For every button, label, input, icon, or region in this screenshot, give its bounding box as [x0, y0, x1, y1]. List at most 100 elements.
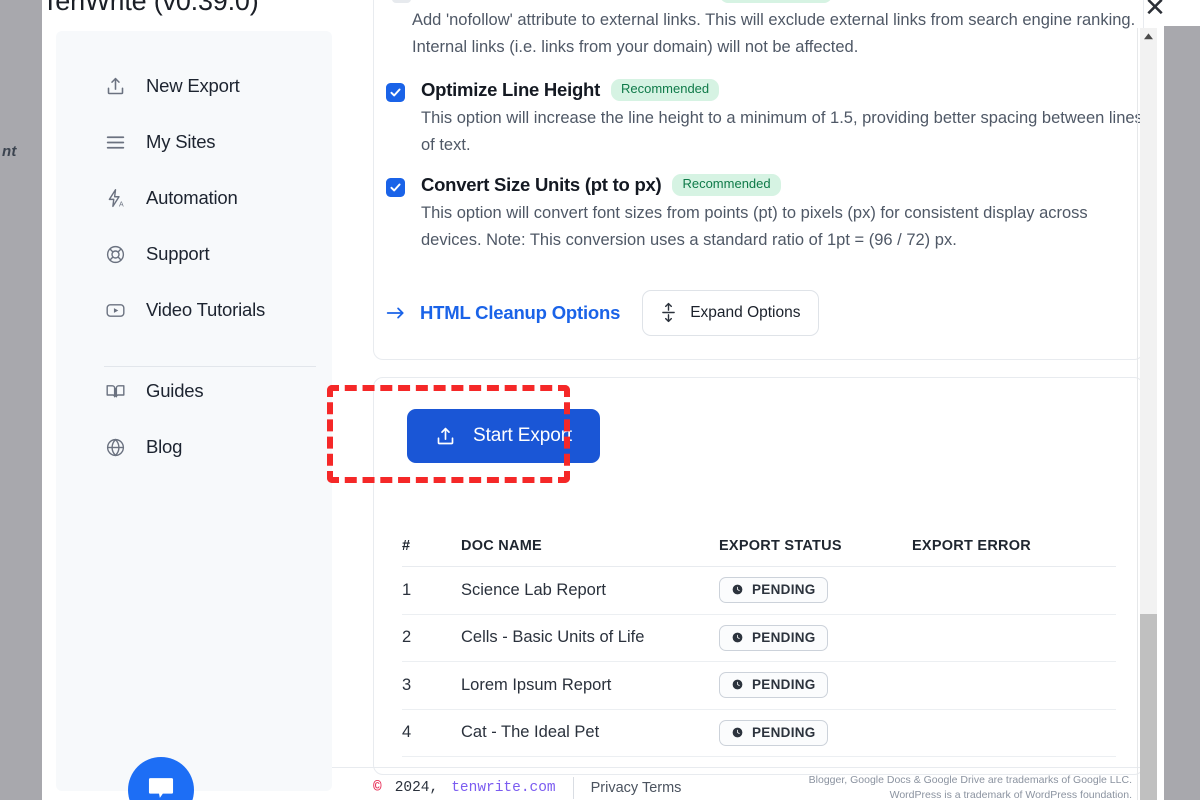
background-page-text: nt: [2, 143, 17, 160]
clock-icon: [731, 631, 744, 644]
table-row: 2 Cells - Basic Units of Life PENDING: [402, 615, 1116, 662]
video-icon: [104, 299, 126, 321]
html-cleanup-options-link[interactable]: HTML Cleanup Options: [386, 302, 620, 324]
modal-footer: © 2024, tenwrite.com Privacy Terms Blogg…: [332, 767, 1142, 800]
sidebar-item-label: Blog: [146, 436, 183, 457]
page-background-left: [0, 0, 42, 800]
checkbox-optimize-line-height[interactable]: [386, 83, 405, 102]
sidebar-item-new-export[interactable]: New Export: [56, 58, 332, 114]
export-card: Start Export # DOC NAME EXPORT STATUS EX…: [373, 377, 1144, 775]
cell-export-status: PENDING: [719, 719, 912, 746]
sidebar-item-my-sites[interactable]: My Sites: [56, 114, 332, 170]
cell-index: 4: [402, 723, 412, 742]
screen-root: nt TenWrite (v0.39.0) ✕ New Export My Si…: [0, 0, 1200, 800]
option-description: This option will convert font sizes from…: [421, 204, 1088, 249]
export-options-card: Add 'nofollow' attribute to external lin…: [373, 0, 1144, 360]
sidebar-item-guides[interactable]: Guides: [56, 363, 332, 419]
expand-vertical-icon: [661, 302, 676, 323]
html-cleanup-row: HTML Cleanup Options Expand Options: [386, 290, 820, 336]
scrollbar-thumb[interactable]: [1140, 614, 1157, 800]
book-icon: [104, 380, 126, 402]
column-header-export-status: EXPORT STATUS: [719, 538, 842, 554]
nofollow-option-row-partial: [392, 0, 1132, 4]
option-title: Convert Size Units (pt to px): [421, 174, 662, 195]
cell-index: 3: [402, 675, 412, 694]
lifebuoy-icon: [104, 243, 126, 265]
cell-export-status: PENDING: [719, 624, 912, 651]
sidebar-divider: [104, 366, 316, 367]
footer-domain-link[interactable]: tenwrite.com: [451, 780, 555, 796]
nofollow-option-description: Add 'nofollow' attribute to external lin…: [412, 11, 1136, 56]
status-label: PENDING: [752, 582, 816, 598]
cell-export-status: PENDING: [719, 672, 912, 699]
html-cleanup-options-label: HTML Cleanup Options: [420, 302, 621, 323]
option-title: Optimize Line Height: [421, 79, 600, 100]
footer-copyright: © 2024, tenwrite.com Privacy Terms: [373, 777, 681, 799]
page-background-right: [1164, 0, 1200, 800]
recommended-badge: Recommended: [672, 174, 781, 196]
list-icon: [104, 131, 126, 153]
chat-bubble-icon: [144, 771, 178, 800]
option-description: This option will increase the line heigh…: [421, 109, 1143, 154]
status-badge: PENDING: [719, 672, 828, 699]
footer-trademark-notice: Blogger, Google Docs & Google Drive are …: [808, 774, 1132, 800]
sidebar: New Export My Sites A Automation Support…: [56, 31, 332, 800]
cell-index: 1: [402, 580, 412, 599]
copyright-year: 2024,: [394, 780, 439, 796]
clock-icon: [731, 726, 744, 739]
sidebar-item-label: Support: [146, 243, 210, 264]
expand-options-label: Expand Options: [690, 303, 801, 321]
cell-doc-name: Cells - Basic Units of Life: [461, 628, 645, 647]
checkbox-nofollow[interactable]: [392, 0, 411, 3]
sidebar-item-label: My Sites: [146, 131, 216, 152]
copyright-icon: ©: [373, 780, 382, 796]
sidebar-item-video-tutorials[interactable]: Video Tutorials: [56, 282, 332, 338]
option-convert-size-units: Convert Size Units (pt to px) Recommende…: [386, 174, 1134, 254]
scrollbar-divider: [1137, 28, 1138, 800]
table-header-row: # DOC NAME EXPORT STATUS EXPORT ERROR: [402, 526, 1116, 567]
sidebar-item-support[interactable]: Support: [56, 226, 332, 282]
check-icon: [389, 86, 402, 99]
checkbox-convert-size-units[interactable]: [386, 178, 405, 197]
status-label: PENDING: [752, 724, 816, 740]
recommended-badge-partial: [720, 0, 832, 3]
start-export-button[interactable]: Start Export: [407, 409, 601, 463]
bolt-a-icon: A: [104, 187, 126, 209]
status-label: PENDING: [752, 677, 816, 693]
page-background-right-top: [1164, 0, 1200, 26]
upload-icon: [104, 75, 126, 97]
sidebar-nav: New Export My Sites A Automation Support…: [56, 58, 332, 475]
start-export-label: Start Export: [473, 425, 573, 446]
svg-text:A: A: [119, 201, 124, 208]
check-icon: [389, 181, 402, 194]
column-header-doc-name: DOC NAME: [461, 538, 542, 554]
column-header-index: #: [402, 538, 411, 554]
clock-icon: [731, 583, 744, 596]
recommended-badge: Recommended: [610, 79, 720, 101]
main-content: Add 'nofollow' attribute to external lin…: [332, 0, 1144, 776]
cell-doc-name: Science Lab Report: [461, 580, 606, 599]
status-badge: PENDING: [719, 577, 828, 604]
sidebar-item-blog[interactable]: Blog: [56, 419, 332, 475]
sidebar-item-label: New Export: [146, 75, 240, 96]
scroll-up-arrow-icon[interactable]: [1140, 28, 1157, 45]
expand-options-button[interactable]: Expand Options: [642, 290, 820, 336]
table-row: 1 Science Lab Report PENDING: [402, 567, 1116, 615]
clock-icon: [731, 678, 744, 691]
chat-widget-button[interactable]: [128, 757, 194, 800]
cell-index: 2: [402, 628, 412, 647]
cell-export-status: PENDING: [719, 577, 912, 604]
privacy-terms-link[interactable]: Privacy Terms: [591, 780, 682, 796]
status-badge: PENDING: [719, 624, 828, 651]
globe-icon: [104, 436, 126, 458]
footer-divider: [572, 777, 574, 799]
sidebar-item-automation[interactable]: A Automation: [56, 170, 332, 226]
status-label: PENDING: [752, 629, 816, 645]
cell-doc-name: Cat - The Ideal Pet: [461, 723, 600, 742]
export-table: # DOC NAME EXPORT STATUS EXPORT ERROR 1 …: [402, 526, 1116, 757]
upload-icon: [435, 426, 456, 447]
sidebar-item-label: Automation: [146, 187, 238, 208]
table-row: 4 Cat - The Ideal Pet PENDING: [402, 710, 1116, 757]
sidebar-item-label: Video Tutorials: [146, 299, 266, 320]
status-badge: PENDING: [719, 719, 828, 746]
